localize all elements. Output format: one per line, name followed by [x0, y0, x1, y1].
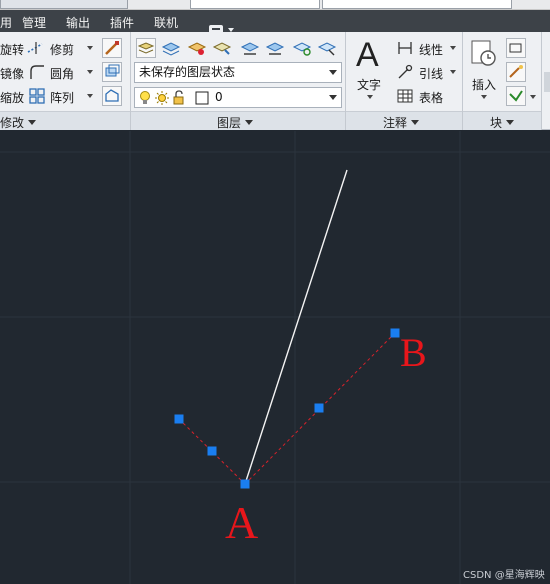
point-b-label: B — [400, 330, 427, 375]
linear-dimension-label[interactable]: 线性 — [419, 41, 443, 58]
attributes-dropdown-icon[interactable] — [530, 95, 536, 99]
fillet-label[interactable]: 圆角 — [50, 65, 74, 82]
ribbon-overflow[interactable] — [544, 72, 550, 92]
chevron-down-icon — [28, 120, 37, 125]
layer-match-icon[interactable] — [292, 38, 312, 58]
edit-block-icon[interactable] — [506, 62, 526, 82]
match-properties-icon[interactable] — [102, 38, 122, 58]
chevron-down-icon — [506, 120, 515, 125]
array-label[interactable]: 阵列 — [50, 89, 74, 106]
menu-item-plugins[interactable]: 插件 — [110, 14, 134, 31]
layer-state-combo[interactable]: 未保存的图层状态 — [134, 62, 342, 83]
fillet-dropdown-icon[interactable] — [87, 70, 93, 74]
edit-attributes-icon[interactable] — [506, 86, 526, 106]
leader-dropdown-icon[interactable] — [450, 70, 456, 74]
trim-icon[interactable] — [27, 40, 43, 56]
chevron-down-icon — [411, 120, 420, 125]
chevron-down-icon — [245, 120, 254, 125]
insert-label: 插入 — [472, 78, 497, 92]
grip-handle[interactable] — [240, 479, 250, 489]
layer-status-icons — [140, 90, 209, 105]
block-panel-title[interactable]: 块 — [490, 114, 515, 131]
block-panel-title-text: 块 — [490, 116, 503, 130]
autocad-window: 用 管理 输出 插件 联机 旋转 修剪 镜像 圆角 缩放 阵列 修改 未保存的图… — [0, 0, 550, 584]
create-block-icon[interactable] — [506, 38, 526, 58]
color-swatch-icon — [195, 91, 209, 105]
scale-label[interactable]: 缩放 — [0, 89, 24, 106]
grip-handle[interactable] — [207, 446, 217, 456]
layers-panel-title-text: 图层 — [217, 116, 242, 130]
array-dropdown-icon[interactable] — [87, 94, 93, 98]
current-layer-value: 0 — [215, 90, 223, 104]
array-icon[interactable] — [29, 88, 45, 104]
modify-panel-title[interactable]: 修改 — [0, 114, 37, 131]
menu-item-manage[interactable]: 管理 — [22, 14, 46, 31]
search-field[interactable] — [190, 0, 320, 9]
line-segment[interactable] — [244, 169, 348, 485]
mirror-label[interactable]: 镜像 — [0, 65, 24, 82]
layer-unisolate-icon[interactable] — [212, 38, 232, 58]
layer-isolate-icon[interactable] — [187, 38, 207, 58]
title-strip — [0, 0, 550, 10]
annotation-panel-title-text: 注释 — [383, 116, 408, 130]
fillet-icon[interactable] — [29, 64, 45, 80]
linear-dimension-icon[interactable] — [397, 40, 413, 56]
panel-divider — [541, 32, 542, 130]
sun-icon — [155, 91, 169, 105]
grip-handle[interactable] — [314, 403, 324, 413]
watermark: CSDN @星海辉映 — [463, 570, 545, 581]
rotate-label[interactable]: 旋转 — [0, 41, 24, 58]
chevron-down-icon — [329, 70, 337, 75]
modify-panel-title-text: 修改 — [0, 116, 25, 130]
trim-dropdown-icon[interactable] — [87, 46, 93, 50]
layer-off-icon[interactable] — [265, 38, 285, 58]
window-controls[interactable] — [518, 0, 548, 9]
menu-item-online[interactable]: 联机 — [154, 14, 178, 31]
drawing-canvas[interactable]: A B — [0, 131, 550, 584]
layer-state-value: 未保存的图层状态 — [139, 65, 236, 79]
text-tool-icon: A — [356, 36, 379, 74]
leader-icon[interactable] — [397, 64, 413, 80]
point-a-label: A — [225, 497, 258, 548]
text-button[interactable]: A 文字 — [352, 36, 392, 106]
search-field[interactable] — [322, 0, 512, 9]
menu-bar: 用 管理 输出 插件 联机 — [0, 10, 550, 34]
text-dropdown-icon — [367, 95, 373, 99]
layer-freeze-icon[interactable] — [240, 38, 260, 58]
copy-icon[interactable] — [102, 62, 122, 82]
grip-handle[interactable] — [174, 414, 184, 424]
menu-item-application[interactable]: 用 — [0, 14, 12, 31]
chevron-down-icon — [329, 95, 337, 100]
annotation-panel-title[interactable]: 注释 — [383, 114, 420, 131]
linear-dropdown-icon[interactable] — [450, 46, 456, 50]
stretch-icon[interactable] — [102, 86, 122, 106]
insert-button[interactable]: 插入 — [466, 36, 502, 106]
leader-label[interactable]: 引线 — [419, 65, 443, 82]
layers-panel-title[interactable]: 图层 — [217, 114, 254, 131]
drawing-svg[interactable]: A B — [0, 131, 550, 584]
layer-state-icon[interactable] — [161, 38, 181, 58]
workspace-switcher[interactable] — [0, 0, 128, 9]
text-label: 文字 — [357, 78, 382, 92]
trim-label[interactable]: 修剪 — [50, 41, 74, 58]
grid-lines — [0, 131, 550, 584]
table-label[interactable]: 表格 — [419, 89, 443, 106]
insert-block-icon — [471, 40, 496, 66]
layer-walk-icon[interactable] — [317, 38, 337, 58]
table-icon[interactable] — [397, 88, 413, 104]
lightbulb-icon — [140, 91, 150, 104]
ribbon: 旋转 修剪 镜像 圆角 缩放 阵列 修改 未保存的图层状态 0 图层 A 文字 … — [0, 32, 550, 130]
unlock-icon — [173, 90, 184, 105]
insert-dropdown-icon — [481, 95, 487, 99]
menu-item-output[interactable]: 输出 — [66, 14, 90, 31]
grip-handle[interactable] — [390, 328, 400, 338]
layer-properties-icon[interactable] — [136, 38, 156, 58]
